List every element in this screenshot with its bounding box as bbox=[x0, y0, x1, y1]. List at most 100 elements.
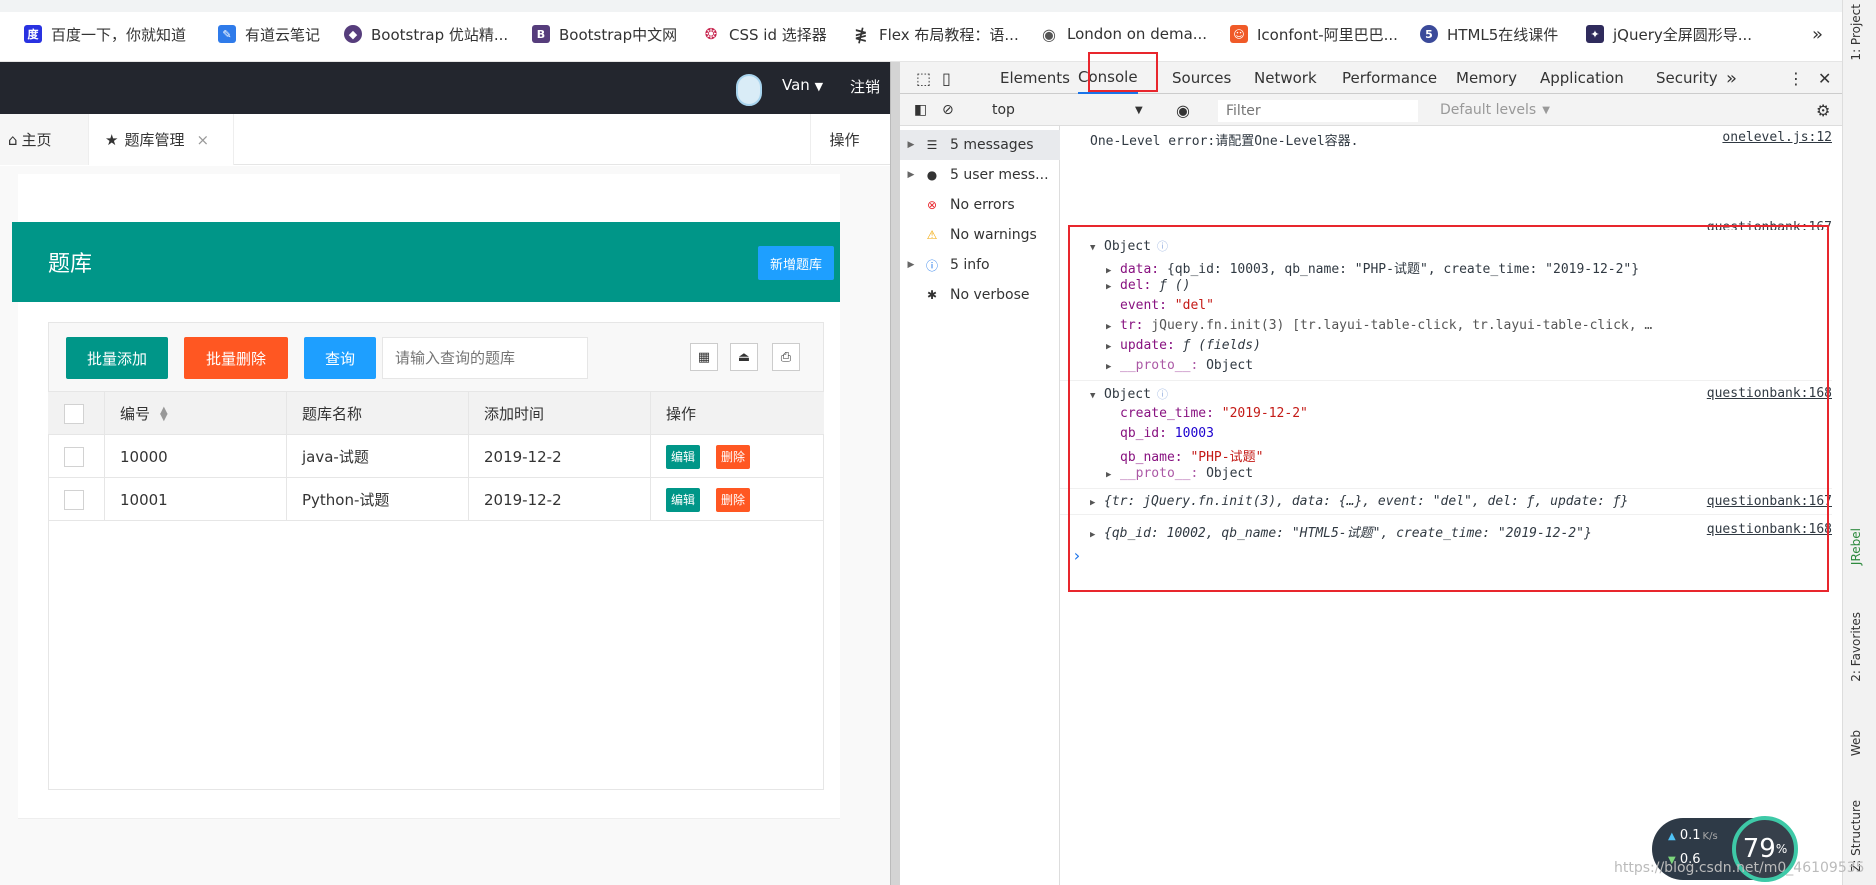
query-button[interactable]: 查询 bbox=[304, 337, 376, 379]
add-question-bank-button[interactable]: 新增题库 bbox=[758, 246, 834, 280]
device-toolbar-icon[interactable]: ▯ bbox=[942, 62, 951, 94]
globe-icon: ◉ bbox=[1040, 25, 1058, 44]
inspect-element-icon[interactable]: ⬚ bbox=[916, 62, 931, 94]
bookmark-jquery[interactable]: ✦ jQuery全屏圆形导... bbox=[1586, 22, 1752, 46]
list-icon: ☰ bbox=[926, 138, 938, 152]
favorites-tool-tab[interactable]: 2: Favorites bbox=[1849, 612, 1863, 682]
bookmark-html5[interactable]: 5 HTML5在线课件 bbox=[1420, 22, 1558, 46]
delete-button[interactable]: 删除 bbox=[716, 487, 751, 512]
eye-icon[interactable]: ◉ bbox=[1176, 94, 1190, 126]
bookmark-bootstrap-site[interactable]: ◆ Bootstrap 优站精... bbox=[344, 22, 508, 46]
bookmark-label: Bootstrap 优站精... bbox=[371, 25, 509, 44]
column-divider bbox=[286, 392, 287, 521]
tab-question-bank-label: 题库管理 bbox=[124, 131, 185, 149]
tab-network[interactable]: Network bbox=[1254, 62, 1317, 94]
kebab-menu-icon[interactable]: ⋮ bbox=[1788, 62, 1804, 94]
sort-icon[interactable]: ▲ ▼ bbox=[160, 405, 168, 422]
row-checkbox[interactable] bbox=[64, 478, 84, 521]
filter-input[interactable] bbox=[1218, 100, 1418, 122]
warning-icon: ⚠ bbox=[926, 228, 938, 242]
sidebar-toggle-icon[interactable]: ◧ bbox=[914, 94, 927, 126]
bootstrap-icon: ◆ bbox=[344, 25, 362, 43]
tab-home[interactable]: ⌂ 主页 bbox=[0, 114, 88, 165]
sidebar-item-label: No verbose bbox=[950, 287, 1030, 303]
close-icon[interactable]: × bbox=[196, 131, 209, 149]
tab-strip-edge bbox=[0, 0, 1876, 12]
sidebar-item-errors[interactable]: ⊗ No errors bbox=[900, 190, 1060, 220]
card-header bbox=[12, 222, 840, 302]
tab-elements[interactable]: Elements bbox=[1000, 62, 1070, 94]
bookmark-youdao[interactable]: ✎ 有道云笔记 bbox=[218, 22, 320, 46]
batch-add-button[interactable]: 批量添加 bbox=[66, 337, 168, 379]
export-icon[interactable]: ⏏ bbox=[730, 343, 758, 371]
bootstrap-b-icon: B bbox=[532, 25, 550, 43]
tab-security[interactable]: Security bbox=[1656, 62, 1718, 94]
console-toolbar: ◧ ⊘ top ▼ ◉ Default levels ▼ ⚙ bbox=[900, 94, 1842, 126]
source-link[interactable]: onelevel.js:12 bbox=[1722, 130, 1832, 145]
sidebar-item-info[interactable]: ▶ ⓘ 5 info bbox=[900, 250, 1060, 280]
bookmark-label: Bootstrap中文网 bbox=[559, 25, 678, 44]
bookmark-baidu[interactable]: 度 百度一下，你就知道 bbox=[24, 22, 186, 46]
project-tool-tab[interactable]: 1: Project bbox=[1849, 4, 1863, 61]
header-id-label: 编号 bbox=[120, 405, 151, 423]
context-select[interactable]: top ▼ bbox=[992, 94, 1143, 126]
select-all-checkbox[interactable] bbox=[64, 392, 84, 435]
levels-label: Default levels bbox=[1440, 102, 1537, 118]
table-row[interactable]: 10000 java-试题 2019-12-2 编辑 删除 bbox=[48, 435, 824, 478]
delete-button[interactable]: 删除 bbox=[716, 444, 751, 469]
tab-memory[interactable]: Memory bbox=[1456, 62, 1517, 94]
header-time: 添加时间 bbox=[484, 405, 545, 423]
highlight-console-output bbox=[1068, 225, 1829, 592]
header-id[interactable]: 编号 ▲ ▼ bbox=[120, 392, 168, 435]
sidebar-item-label: No warnings bbox=[950, 227, 1037, 243]
table-row[interactable]: 10001 Python-试题 2019-12-2 编辑 删除 bbox=[48, 478, 824, 521]
header-name: 题库名称 bbox=[302, 405, 363, 423]
bookmarks-more-button[interactable]: » bbox=[1812, 22, 1823, 46]
edit-button[interactable]: 编辑 bbox=[666, 444, 701, 469]
bookmark-london[interactable]: ◉ London on dema... bbox=[1040, 22, 1207, 46]
cell-id: 10001 bbox=[120, 490, 168, 509]
bookmark-iconfont[interactable]: ☺ Iconfont-阿里巴巴... bbox=[1230, 22, 1398, 46]
close-devtools-icon[interactable]: ✕ bbox=[1818, 62, 1831, 94]
bookmark-flex[interactable]: ≹ Flex 布局教程：语... bbox=[852, 22, 1019, 46]
bookmarks-bar: 度 百度一下，你就知道 ✎ 有道云笔记 ◆ Bootstrap 优站精... B… bbox=[0, 0, 1876, 62]
upload-speed: ▲ 0.1 K/s bbox=[1668, 828, 1718, 843]
sidebar-item-verbose[interactable]: ✱ No verbose bbox=[900, 280, 1060, 310]
bookmark-label: Flex 布局教程：语... bbox=[879, 25, 1019, 44]
columns-filter-icon[interactable]: ▦ bbox=[690, 343, 718, 371]
expand-arrow-icon: ▶ bbox=[907, 140, 915, 150]
edit-button[interactable]: 编辑 bbox=[666, 487, 701, 512]
app-header: Van ▼ 注销 bbox=[0, 62, 890, 114]
clear-console-icon[interactable]: ⊘ bbox=[942, 94, 954, 126]
settings-gear-icon[interactable]: ⚙ bbox=[1816, 94, 1830, 126]
sidebar-item-messages[interactable]: ▶ ☰ 5 messages bbox=[900, 130, 1060, 160]
devtools-tab-bar: ⬚ ▯ Elements Console Sources Network Per… bbox=[900, 62, 1842, 94]
more-tabs-button[interactable]: » bbox=[1726, 62, 1737, 94]
bookmark-css-id[interactable]: ❂ CSS id 选择器 bbox=[702, 22, 827, 46]
tab-performance[interactable]: Performance bbox=[1342, 62, 1437, 94]
sidebar-item-user-messages[interactable]: ▶ ● 5 user mess... bbox=[900, 160, 1060, 190]
jrebel-tool-tab[interactable]: JRebel bbox=[1849, 528, 1863, 565]
cell-name: java-试题 bbox=[302, 448, 369, 466]
print-icon[interactable]: ⎙ bbox=[772, 343, 800, 371]
tab-question-bank[interactable]: ★ 题库管理 × bbox=[88, 114, 234, 165]
tab-application[interactable]: Application bbox=[1540, 62, 1624, 94]
log-levels-select[interactable]: Default levels ▼ bbox=[1440, 94, 1550, 126]
sidebar-item-label: 5 user mess... bbox=[950, 167, 1049, 183]
avatar[interactable] bbox=[736, 74, 762, 106]
sidebar-item-warnings[interactable]: ⚠ No warnings bbox=[900, 220, 1060, 250]
row-checkbox[interactable] bbox=[64, 435, 84, 478]
user-menu[interactable]: Van ▼ bbox=[782, 76, 823, 94]
bookmark-label: HTML5在线课件 bbox=[1447, 25, 1559, 44]
baidu-icon: 度 bbox=[24, 25, 42, 43]
bookmark-label: 有道云笔记 bbox=[245, 25, 321, 44]
search-input[interactable] bbox=[382, 337, 588, 379]
logout-link[interactable]: 注销 bbox=[850, 76, 880, 97]
devtools-splitter[interactable] bbox=[890, 62, 900, 885]
jquery-icon: ✦ bbox=[1586, 25, 1604, 43]
batch-delete-button[interactable]: 批量删除 bbox=[184, 337, 288, 379]
tab-operations-button[interactable]: 操作 bbox=[810, 114, 878, 165]
bookmark-bootstrap-cn[interactable]: B Bootstrap中文网 bbox=[532, 22, 677, 46]
web-tool-tab[interactable]: Web bbox=[1849, 730, 1863, 756]
tab-sources[interactable]: Sources bbox=[1172, 62, 1231, 94]
